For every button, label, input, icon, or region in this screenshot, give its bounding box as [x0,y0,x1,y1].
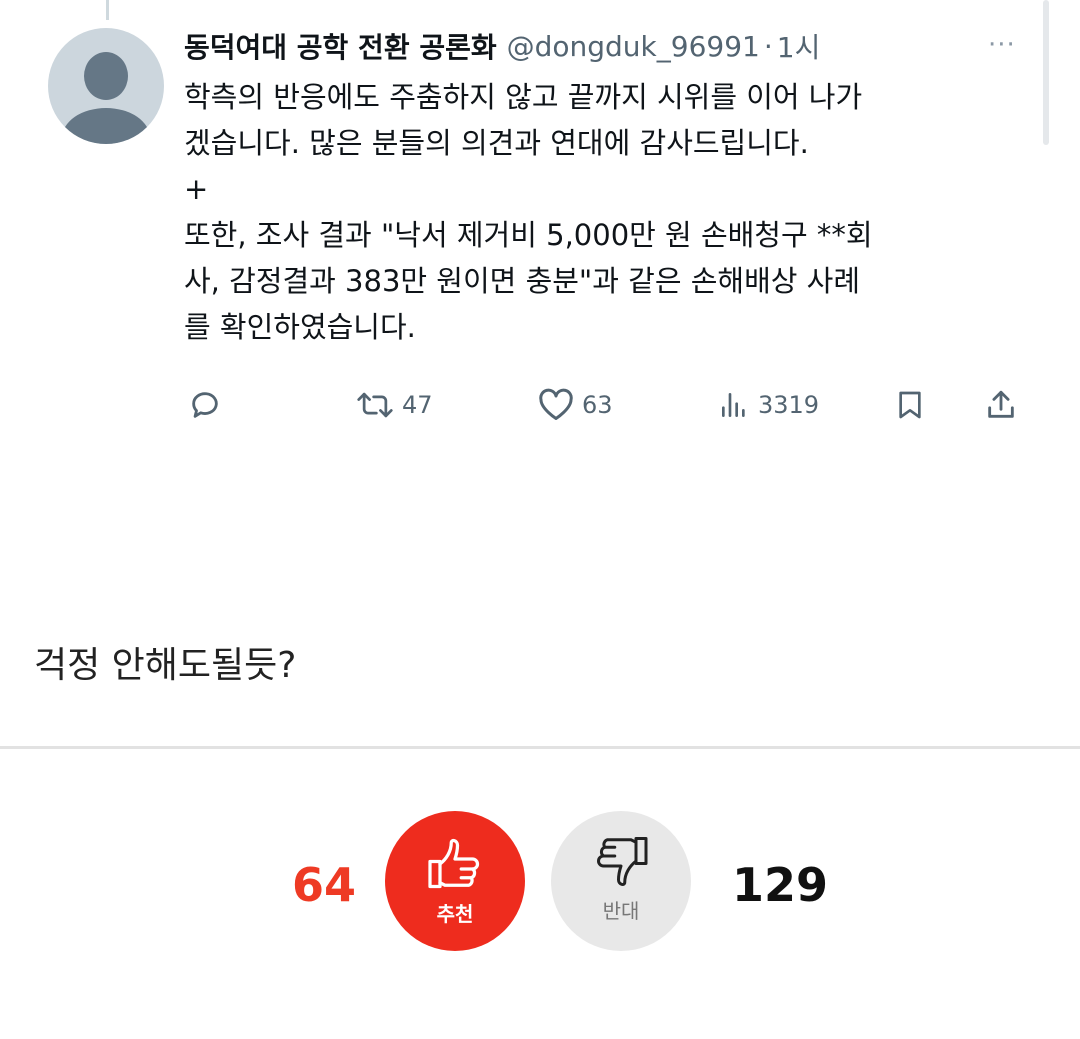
tweet-header: 동덕여대 공학 전환 공론화 @dongduk_96991 · 1시 [184,26,820,66]
separator-dot: · [763,29,773,63]
divider [0,746,1080,749]
timestamp[interactable]: 1시 [777,26,821,66]
bookmark-icon [899,391,921,419]
user-handle[interactable]: @dongduk_96991 [507,30,760,63]
thumbs-up-icon [428,838,480,888]
like-button[interactable]: 63 [538,380,613,430]
reply-icon [192,392,218,418]
display-name[interactable]: 동덕여대 공학 전환 공론화 [184,26,497,66]
share-button[interactable] [984,380,1018,430]
avatar-body-shape [62,108,150,144]
more-options-icon[interactable]: ··· [988,30,1016,60]
tweet-line: 사, 감정결과 383만 원이면 충분"과 같은 손해배상 사례 [184,264,861,298]
retweet-count: 47 [402,391,433,419]
views-icon [722,393,745,417]
share-icon [988,390,1014,418]
comment-text: 걱정 안해도될듯? [34,645,297,686]
retweet-button[interactable]: 47 [356,380,433,430]
like-count: 63 [582,391,613,419]
thumbs-down-icon [597,836,648,886]
retweet-icon [357,392,393,418]
downvote-count: 129 [732,858,829,912]
downvote-button[interactable]: 반대 [551,811,691,951]
views-button[interactable]: 3319 [718,380,819,430]
tweet-line: 겠습니다. 많은 분들의 의견과 연대에 감사드립니다. [184,126,809,160]
tweet-line: 학측의 반응에도 주춤하지 않고 끝까지 시위를 이어 나가 [184,80,863,114]
tweet-line: + [184,172,209,206]
tweet-action-bar: 47 63 3319 [184,380,1034,430]
downvote-label: 반대 [602,898,640,923]
tweet-line: 또한, 조사 결과 "낙서 제거비 5,000만 원 손배청구 **회 [184,218,873,252]
avatar[interactable] [48,28,164,144]
upvote-label: 추천 [436,901,474,926]
upvote-button[interactable]: 추천 [385,811,525,951]
reply-button[interactable] [188,380,222,430]
tweet-card: 동덕여대 공학 전환 공론화 @dongduk_96991 · 1시 ··· 학… [0,0,1080,470]
upvote-count: 64 [292,858,357,912]
tweet-text: 학측의 반응에도 주춤하지 않고 끝까지 시위를 이어 나가 겠습니다. 많은 … [184,74,1024,350]
heart-icon [539,388,573,420]
tweet-line: 를 확인하였습니다. [184,310,416,344]
bookmark-button[interactable] [894,380,926,430]
avatar-head-shape [84,52,128,100]
views-count: 3319 [758,391,820,419]
